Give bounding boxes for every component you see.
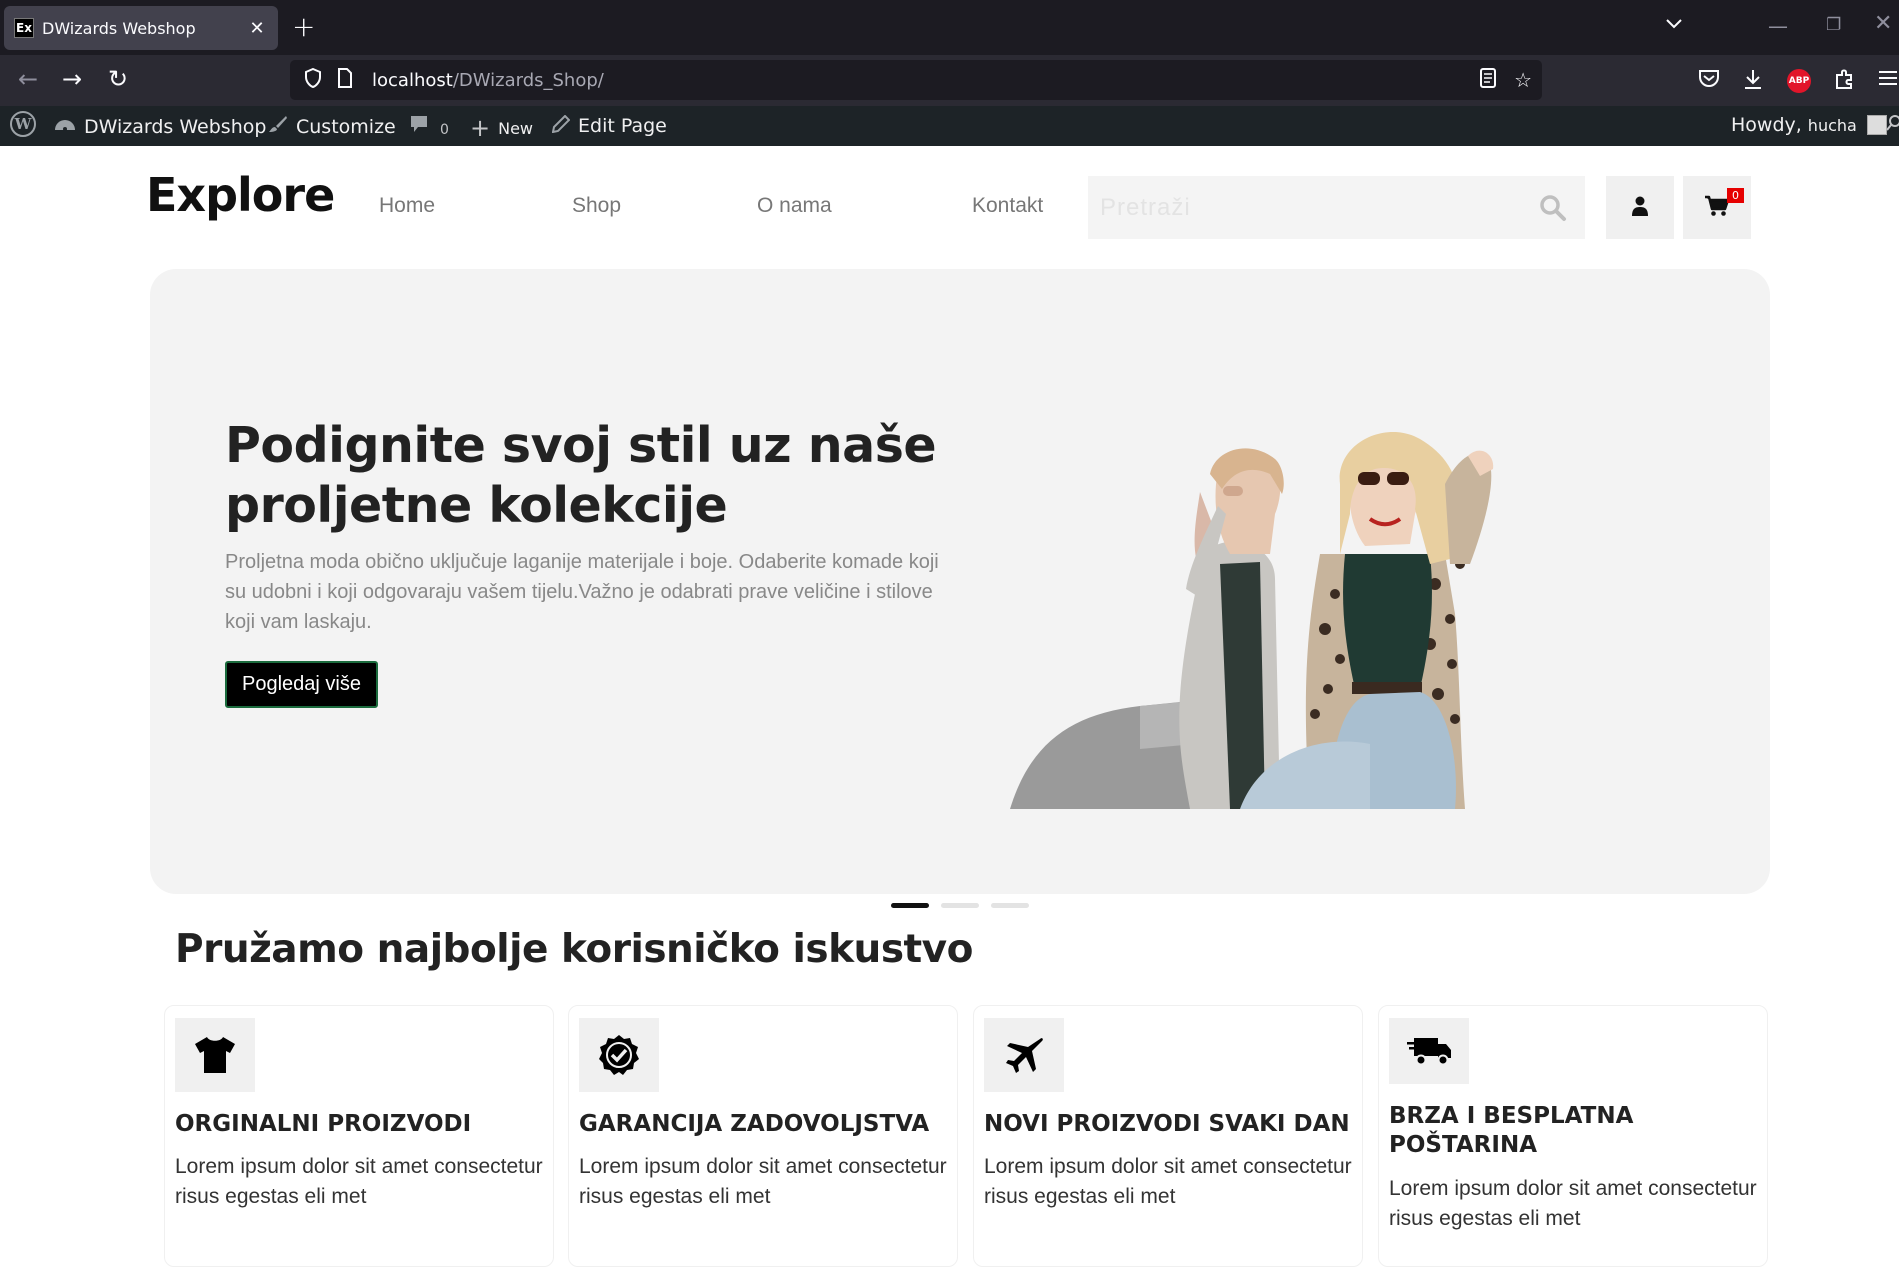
- slider-dot[interactable]: [991, 903, 1029, 908]
- search-input[interactable]: [1100, 193, 1520, 222]
- admin-site-name: DWizards Webshop: [84, 115, 267, 138]
- window-minimize-icon[interactable]: —: [1768, 14, 1788, 38]
- window-restore-icon[interactable]: ❐: [1826, 15, 1841, 35]
- wp-admin-bar: W DWizards Webshop Customize 0 + New Edi…: [0, 106, 1899, 146]
- cart-button[interactable]: 0: [1683, 176, 1751, 239]
- browser-nav-bar: ← → ↻ localhost/DWizards_Shop/ ☆ ABP: [0, 55, 1899, 106]
- site-logo[interactable]: Explore: [146, 168, 335, 222]
- plane-icon: [984, 1018, 1064, 1092]
- search-icon[interactable]: [1539, 194, 1567, 222]
- admin-customize-label: Customize: [296, 115, 396, 138]
- paintbrush-icon: [268, 114, 288, 139]
- cart-count-badge: 0: [1727, 188, 1744, 203]
- comments-count: 0: [440, 121, 449, 138]
- hero-title: Podignite svoj stil uz naše proljetne ko…: [225, 417, 937, 534]
- admin-edit-page-link[interactable]: Edit Page: [551, 114, 667, 138]
- truck-icon: [1389, 1018, 1469, 1084]
- url-host: localhost: [372, 69, 453, 91]
- admin-account-menu[interactable]: Howdy, hucha: [1731, 114, 1887, 136]
- hero-text: Proljetna moda obično uključuje laganije…: [225, 551, 939, 633]
- new-tab-button[interactable]: +: [292, 12, 315, 42]
- adblock-plus-icon[interactable]: ABP: [1787, 69, 1811, 93]
- tshirt-icon: [175, 1018, 255, 1092]
- tab-title: DWizards Webshop: [42, 18, 196, 38]
- admin-comments-link[interactable]: 0: [410, 114, 449, 139]
- view-more-button[interactable]: Pogledaj više: [225, 661, 378, 708]
- plus-icon: +: [470, 114, 491, 142]
- bookmark-star-icon[interactable]: ☆: [1514, 68, 1532, 92]
- downloads-icon[interactable]: [1743, 68, 1763, 95]
- admin-new-label: New: [498, 118, 534, 138]
- feature-card: GARANCIJA ZADOVOLJSTVA Lorem ipsum dolor…: [568, 1005, 958, 1267]
- tab-close-icon[interactable]: ✕: [246, 18, 268, 39]
- shield-icon[interactable]: [300, 67, 326, 93]
- reload-icon[interactable]: ↻: [108, 65, 128, 93]
- features-heading: Pružamo najbolje korisničko iskustvo: [175, 927, 973, 972]
- browser-tab[interactable]: Ex DWizards Webshop ✕: [4, 6, 278, 50]
- search-bar: [1088, 176, 1585, 239]
- slider-dot[interactable]: [941, 903, 979, 908]
- feature-title: BRZA I BESPLATNA POŠTARINA: [1389, 1103, 1634, 1158]
- feature-description: Lorem ipsum dolor sit amet consectetur r…: [579, 1155, 947, 1208]
- nav-link-contact[interactable]: Kontakt: [972, 194, 1043, 218]
- admin-site-link[interactable]: DWizards Webshop: [54, 114, 266, 139]
- wordpress-logo-icon[interactable]: W: [10, 111, 36, 137]
- badge-check-icon: [579, 1018, 659, 1092]
- admin-customize-link[interactable]: Customize: [268, 114, 396, 139]
- menu-hamburger-icon[interactable]: [1878, 68, 1898, 92]
- hero-slider: Podignite svoj stil uz naše proljetne ko…: [150, 269, 1770, 894]
- dashboard-gauge-icon: [54, 114, 76, 139]
- url-text[interactable]: localhost/DWizards_Shop/: [372, 70, 604, 91]
- list-all-tabs-icon[interactable]: [1665, 14, 1683, 35]
- reader-view-icon[interactable]: [1480, 67, 1496, 93]
- browser-tab-bar: Ex DWizards Webshop ✕ + — ❐ ✕: [0, 0, 1899, 55]
- nav-link-shop[interactable]: Shop: [572, 194, 621, 218]
- account-button[interactable]: [1606, 176, 1674, 239]
- page-info-icon[interactable]: [334, 68, 356, 92]
- back-arrow-icon[interactable]: ←: [18, 65, 38, 93]
- comment-bubble-icon: [410, 114, 428, 139]
- feature-description: Lorem ipsum dolor sit amet consectetur r…: [984, 1155, 1352, 1208]
- admin-edit-page-label: Edit Page: [578, 115, 667, 137]
- feature-card: BRZA I BESPLATNA POŠTARINA Lorem ipsum d…: [1378, 1005, 1768, 1267]
- avatar: [1866, 115, 1887, 135]
- admin-search-icon[interactable]: [1886, 114, 1899, 132]
- extensions-icon[interactable]: [1834, 68, 1856, 95]
- feature-card: ORGINALNI PROIZVODI Lorem ipsum dolor si…: [164, 1005, 554, 1267]
- nav-link-about[interactable]: O nama: [757, 194, 832, 218]
- feature-title: GARANCIJA ZADOVOLJSTVA: [579, 1111, 930, 1137]
- tab-favicon-icon: Ex: [14, 18, 34, 38]
- address-bar[interactable]: localhost/DWizards_Shop/ ☆: [290, 60, 1542, 100]
- forward-arrow-icon[interactable]: →: [62, 65, 82, 93]
- feature-description: Lorem ipsum dolor sit amet consectetur r…: [175, 1155, 543, 1208]
- slider-dots: [891, 903, 1029, 908]
- feature-title: NOVI PROIZVODI SVAKI DAN: [984, 1111, 1350, 1137]
- window-close-icon[interactable]: ✕: [1874, 11, 1892, 36]
- admin-username: hucha: [1807, 115, 1857, 135]
- pocket-icon[interactable]: [1698, 68, 1720, 93]
- howdy-text: Howdy,: [1731, 114, 1802, 136]
- slider-dot[interactable]: [891, 903, 929, 908]
- feature-card: NOVI PROIZVODI SVAKI DAN Lorem ipsum dol…: [973, 1005, 1363, 1267]
- user-icon: [1631, 196, 1649, 220]
- nav-link-home[interactable]: Home: [379, 194, 435, 218]
- url-path: /DWizards_Shop/: [452, 69, 604, 91]
- hero-models-image: [990, 414, 1560, 814]
- feature-description: Lorem ipsum dolor sit amet consectetur r…: [1389, 1177, 1757, 1230]
- feature-title: ORGINALNI PROIZVODI: [175, 1111, 472, 1137]
- admin-new-link[interactable]: + New: [470, 114, 533, 142]
- pencil-icon: [551, 114, 571, 138]
